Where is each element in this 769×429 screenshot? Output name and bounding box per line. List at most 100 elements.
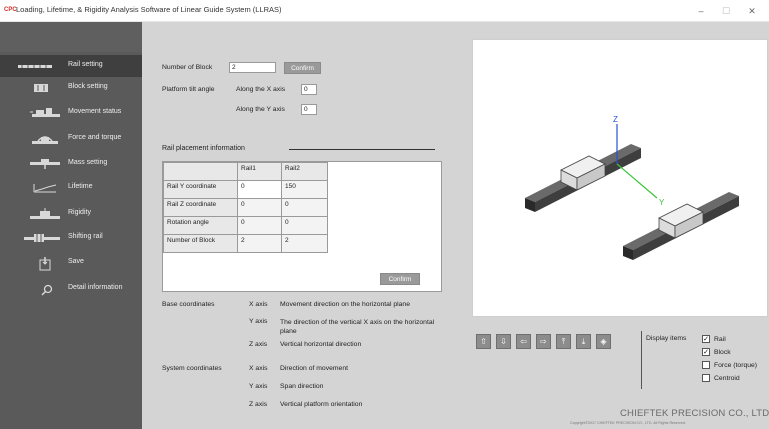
rail-icon [18, 65, 52, 68]
sidebar-item-lifetime[interactable]: Lifetime [0, 177, 142, 199]
close-button[interactable]: ✕ [740, 3, 764, 19]
table-cell[interactable]: 0 [237, 180, 282, 199]
title-bar: CPC Loading, Lifetime, & Rigidity Analys… [0, 0, 769, 22]
base-coordinates-title: Base coordinates [162, 301, 215, 308]
rail-placement-confirm-button[interactable]: Confirm [380, 273, 420, 285]
mass-icon [30, 159, 60, 169]
checkbox-centroid[interactable] [702, 374, 710, 382]
shifting-rail-icon [24, 234, 60, 242]
table-cell[interactable]: 0 [237, 198, 282, 217]
arrow-right-icon[interactable]: ⇨ [536, 334, 551, 349]
table-cell[interactable]: 2 [281, 234, 328, 253]
axis-label: Y axis [249, 318, 268, 325]
3d-viewport[interactable]: Z Y [472, 39, 768, 317]
lifetime-chart-icon [33, 184, 57, 193]
table-cell[interactable]: 0 [237, 216, 282, 235]
zoom-in-icon[interactable]: ⤒ [556, 334, 571, 349]
table-row: Rail Z coordinate 0 0 [163, 198, 328, 217]
reset-view-icon[interactable]: ◈ [596, 334, 611, 349]
z-axis-label: Z [613, 115, 618, 124]
axis-label: Y axis [249, 383, 268, 390]
sidebar-item-force-and-torque[interactable]: Force and torque [0, 128, 142, 150]
app-logo: CPC [4, 7, 17, 13]
table-row: Rotation angle 0 0 [163, 216, 328, 235]
axis-label: X axis [249, 301, 268, 308]
sidebar-item-shifting-rail[interactable]: Shifting rail [0, 227, 142, 249]
along-x-input[interactable] [301, 84, 317, 95]
axis-description: Direction of movement [280, 365, 348, 372]
magnifier-icon [41, 284, 53, 296]
maximize-button[interactable]: ☐ [714, 3, 738, 19]
sidebar: Rail setting Block setting Movement stat… [0, 22, 142, 429]
toolbar-divider [641, 331, 642, 389]
sidebar-item-label: Rigidity [68, 209, 91, 216]
table-row: Number of Block 2 2 [163, 234, 328, 253]
display-item-centroid[interactable]: Centroid [702, 374, 740, 382]
force-icon [32, 136, 58, 144]
axis-description: Vertical platform orientation [280, 401, 363, 408]
number-of-block-confirm-button[interactable]: Confirm [284, 62, 321, 74]
checkbox-label: Centroid [714, 374, 740, 382]
sidebar-header [0, 22, 142, 52]
block-icon [34, 84, 48, 92]
number-of-block-label: Number of Block [162, 64, 213, 71]
arrow-down-icon[interactable]: ⇩ [496, 334, 511, 349]
sidebar-item-rigidity[interactable]: Rigidity [0, 203, 142, 225]
checkbox-label: Force (torque) [714, 361, 758, 369]
axis-description: Span direction [280, 383, 324, 390]
display-item-force[interactable]: Force (torque) [702, 361, 757, 369]
axis-label: Z axis [249, 341, 268, 348]
sidebar-item-mass-setting[interactable]: Mass setting [0, 153, 142, 175]
checkbox-force[interactable] [702, 361, 710, 369]
block-1-shape [560, 155, 606, 191]
along-y-label: Along the Y axis [236, 106, 285, 113]
display-item-rail[interactable]: ✓ Rail [702, 335, 726, 343]
row-label: Rail Z coordinate [163, 198, 238, 217]
table-header-rail1: Rail1 [237, 162, 282, 181]
row-label: Rail Y coordinate [163, 180, 238, 199]
sidebar-item-label: Movement status [68, 108, 122, 115]
table-row: Rail Y coordinate 0 150 [163, 180, 328, 199]
window-title: Loading, Lifetime, & Rigidity Analysis S… [16, 5, 282, 14]
system-coordinates-title: System coordinates [162, 365, 222, 372]
along-y-input[interactable] [301, 104, 317, 115]
copyright-text: Copyright©2017 CHIEFTEK PRECISION CO., L… [570, 421, 686, 425]
zoom-out-icon[interactable]: ⤓ [576, 334, 591, 349]
sidebar-item-block-setting[interactable]: Block setting [0, 77, 142, 99]
sidebar-item-label: Shifting rail [68, 233, 103, 240]
table-cell[interactable]: 150 [281, 180, 328, 199]
sidebar-item-detail-information[interactable]: Detail information [0, 278, 142, 300]
table-header-rail2: Rail2 [281, 162, 328, 181]
table-cell[interactable]: 0 [281, 198, 328, 217]
sidebar-item-movement-status[interactable]: Movement status [0, 102, 142, 124]
block-2-shape [658, 203, 704, 239]
checkbox-label: Block [714, 348, 731, 356]
axis-description: Movement direction on the horizontal pla… [280, 301, 410, 308]
sidebar-item-label: Lifetime [68, 183, 93, 190]
checkbox-label: Rail [714, 335, 726, 343]
sidebar-item-label: Detail information [68, 284, 123, 291]
arrow-left-icon[interactable]: ⇦ [516, 334, 531, 349]
table-corner [163, 162, 238, 181]
axis-description: The direction of the vertical X axis on … [280, 319, 435, 335]
settings-panel: Number of Block Confirm Platform tilt an… [142, 22, 455, 429]
arrow-up-icon[interactable]: ⇧ [476, 334, 491, 349]
sidebar-item-label: Rail setting [68, 61, 103, 68]
sidebar-item-label: Block setting [68, 83, 108, 90]
save-icon [39, 257, 51, 271]
checkbox-block[interactable]: ✓ [702, 348, 710, 356]
checkbox-rail[interactable]: ✓ [702, 335, 710, 343]
sidebar-item-label: Mass setting [68, 159, 108, 166]
row-label: Number of Block [163, 234, 238, 253]
sidebar-item-label: Force and torque [68, 134, 122, 141]
table-cell[interactable]: 0 [281, 216, 328, 235]
company-name: CHIEFTEK PRECISION CO., LTD. [620, 408, 769, 419]
sidebar-item-label: Save [68, 258, 84, 265]
sidebar-item-save[interactable]: Save [0, 252, 142, 274]
sidebar-item-rail-setting[interactable]: Rail setting [0, 55, 142, 77]
number-of-block-input[interactable] [229, 62, 276, 73]
minimize-button[interactable]: – [689, 3, 713, 19]
display-item-block[interactable]: ✓ Block [702, 348, 731, 356]
movement-icon [30, 108, 60, 117]
table-cell[interactable]: 2 [237, 234, 282, 253]
